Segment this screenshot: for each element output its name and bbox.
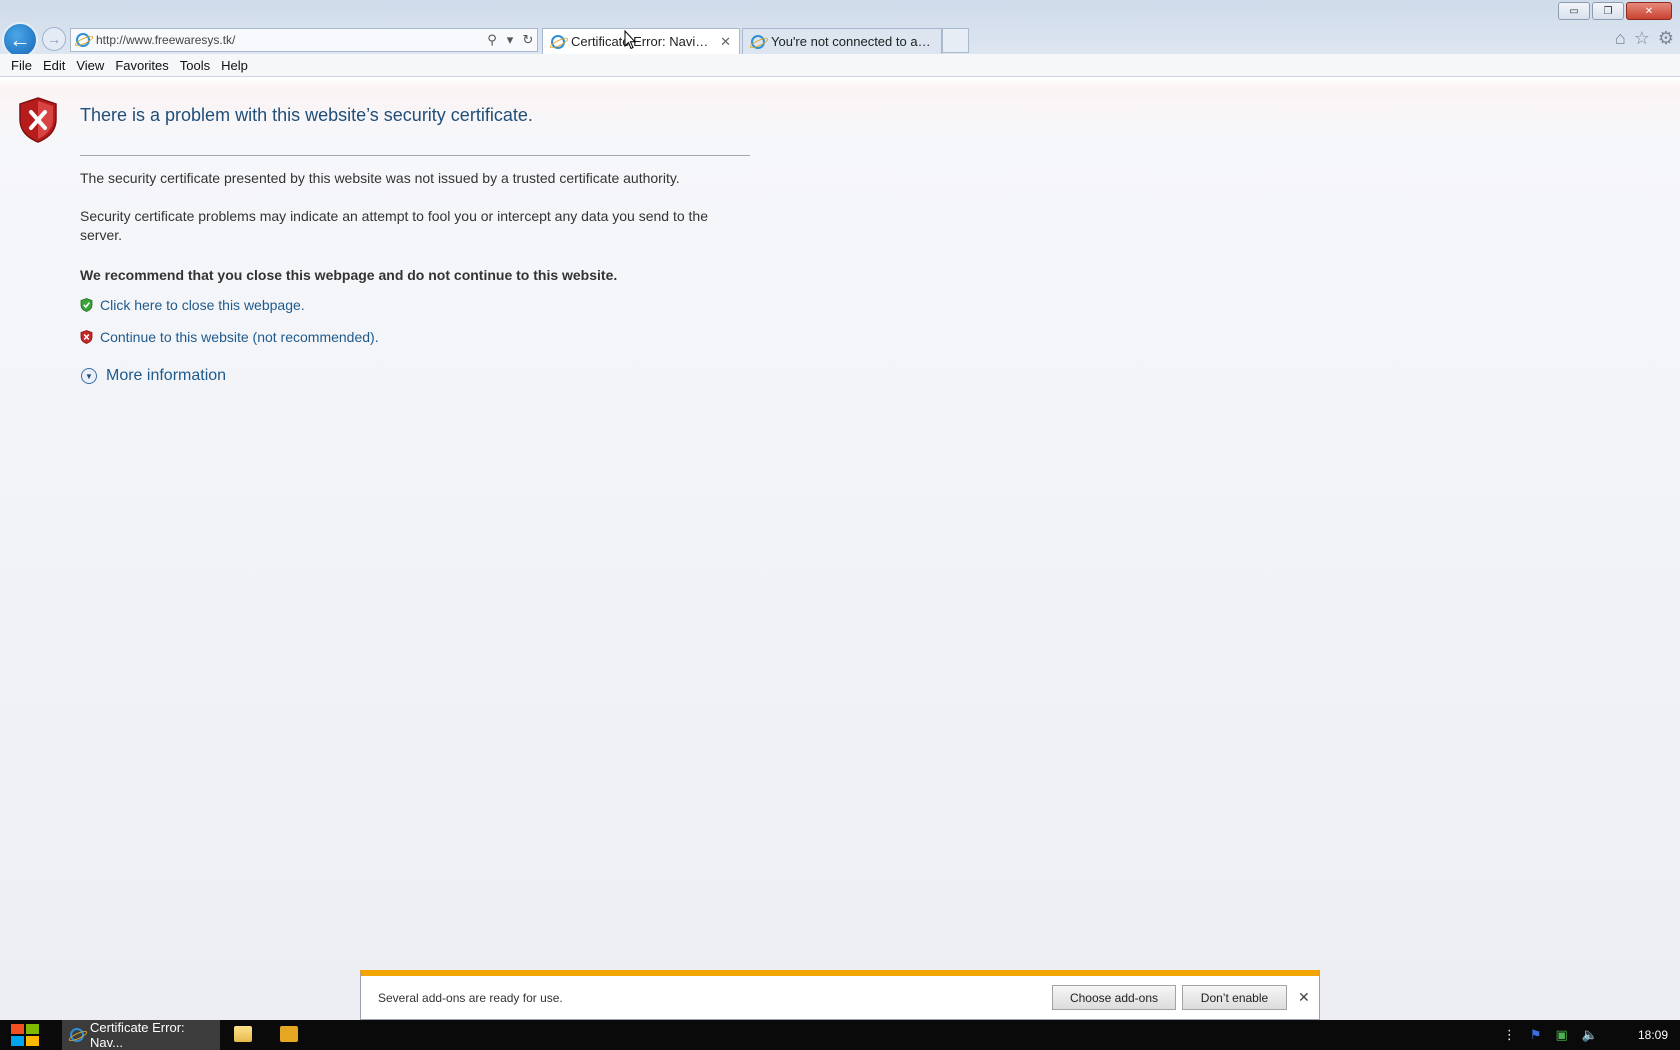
more-information-label: More information [106, 367, 227, 384]
url-field[interactable]: http://www.freewaresys.tk/ [96, 33, 483, 47]
system-tray: ⋮ ⚑ ▣ 🔈 18:09 [1503, 1027, 1668, 1043]
dropdown-arrow-icon[interactable]: ▾ [501, 32, 519, 48]
tab-certificate-error[interactable]: Certificate Error: Navigatio... ✕ [542, 28, 740, 54]
choose-addons-button[interactable]: Choose add-ons [1052, 985, 1176, 1010]
close-tab-icon[interactable]: ✕ [720, 34, 731, 50]
browser-chrome: ▭ ❐ ✕ ← → http://www.freewaresys.tk/ ⚲ ▾… [0, 0, 1680, 58]
back-button[interactable]: ← [2, 22, 38, 58]
certificate-description: The security certificate presented by th… [80, 170, 680, 186]
dont-enable-button[interactable]: Don’t enable [1182, 985, 1287, 1010]
red-shield-icon [80, 330, 93, 344]
window-controls: ▭ ❐ ✕ [1558, 2, 1672, 20]
taskbar-ie-button[interactable]: Certificate Error: Nav... [62, 1020, 220, 1050]
mouse-cursor-icon [624, 30, 636, 50]
network-icon[interactable]: ▣ [1555, 1027, 1567, 1043]
continue-row: Continue to this website (not recommende… [80, 329, 379, 345]
file-explorer-icon[interactable] [234, 1026, 252, 1042]
restore-button[interactable]: ❐ [1592, 2, 1624, 20]
search-icon[interactable]: ⚲ [483, 32, 501, 48]
addons-notification-bar: Several add-ons are ready for use. Choos… [360, 970, 1320, 1020]
taskbar-window-title: Certificate Error: Nav... [90, 1020, 185, 1050]
menu-edit[interactable]: Edit [38, 58, 71, 73]
green-shield-icon [80, 298, 93, 312]
menu-favorites[interactable]: Favorites [110, 58, 174, 73]
title-divider [80, 155, 750, 156]
media-player-icon[interactable] [280, 1026, 298, 1042]
error-shield-icon [19, 97, 57, 143]
address-bar[interactable]: http://www.freewaresys.tk/ ⚲ ▾ ↻ [70, 28, 538, 52]
favorites-star-icon[interactable]: ☆ [1634, 28, 1650, 49]
recommendation-text: We recommend that you close this webpage… [80, 267, 618, 283]
overflow-dots-icon[interactable]: ⋮ [1503, 1027, 1516, 1043]
close-webpage-link[interactable]: Click here to close this webpage. [100, 297, 305, 313]
clock[interactable]: 18:09 [1638, 1028, 1668, 1042]
continue-website-link[interactable]: Continue to this website (not recommende… [100, 329, 379, 345]
start-button[interactable] [5, 1021, 45, 1049]
menu-help[interactable]: Help [216, 58, 254, 73]
menu-bar: File Edit View Favorites Tools Help [0, 54, 1680, 77]
menu-tools[interactable]: Tools [175, 58, 216, 73]
ie-icon [70, 1028, 84, 1042]
forward-button[interactable]: → [42, 27, 66, 51]
windows-logo-icon [26, 1024, 39, 1034]
volume-muted-icon[interactable]: 🔈 [1582, 1027, 1598, 1043]
ie-icon [76, 33, 90, 47]
page-title: There is a problem with this website’s s… [80, 105, 533, 125]
close-window-button[interactable]: ✕ [1626, 2, 1672, 20]
arrow-right-icon: → [47, 31, 61, 47]
menu-view[interactable]: View [71, 58, 110, 73]
action-center-flag-icon[interactable]: ⚑ [1530, 1027, 1542, 1043]
tab-title: Certificate Error: Navigatio... [571, 34, 714, 49]
close-notification-icon[interactable]: ✕ [1298, 989, 1310, 1006]
minimize-button[interactable]: ▭ [1558, 2, 1590, 20]
ie-icon [751, 34, 765, 49]
tab-title: You're not connected to a net... [771, 34, 933, 49]
tab-not-connected[interactable]: You're not connected to a net... [742, 28, 942, 54]
toolbar-icons: ⌂ ☆ ⚙ [1615, 28, 1674, 49]
windows-logo-icon [11, 1036, 24, 1046]
arrow-left-icon: ← [9, 27, 31, 52]
notification-message: Several add-ons are ready for use. [378, 991, 563, 1005]
windows-logo-icon [11, 1024, 24, 1034]
more-information-toggle[interactable]: ▼ More information [81, 367, 226, 385]
expand-chevron-icon: ▼ [81, 368, 97, 384]
home-icon[interactable]: ⌂ [1615, 28, 1626, 49]
taskbar: Certificate Error: Nav... ⋮ ⚑ ▣ 🔈 18:09 [0, 1020, 1680, 1050]
new-tab-button[interactable] [942, 28, 969, 53]
security-warning-text: Security certificate problems may indica… [80, 208, 709, 243]
menu-file[interactable]: File [6, 58, 38, 73]
page-content: There is a problem with this website’s s… [0, 77, 1680, 1020]
refresh-icon[interactable]: ↻ [519, 32, 537, 48]
close-webpage-row: Click here to close this webpage. [80, 297, 305, 313]
gear-icon[interactable]: ⚙ [1658, 28, 1674, 49]
windows-logo-icon [26, 1036, 39, 1046]
ie-icon [551, 34, 565, 49]
